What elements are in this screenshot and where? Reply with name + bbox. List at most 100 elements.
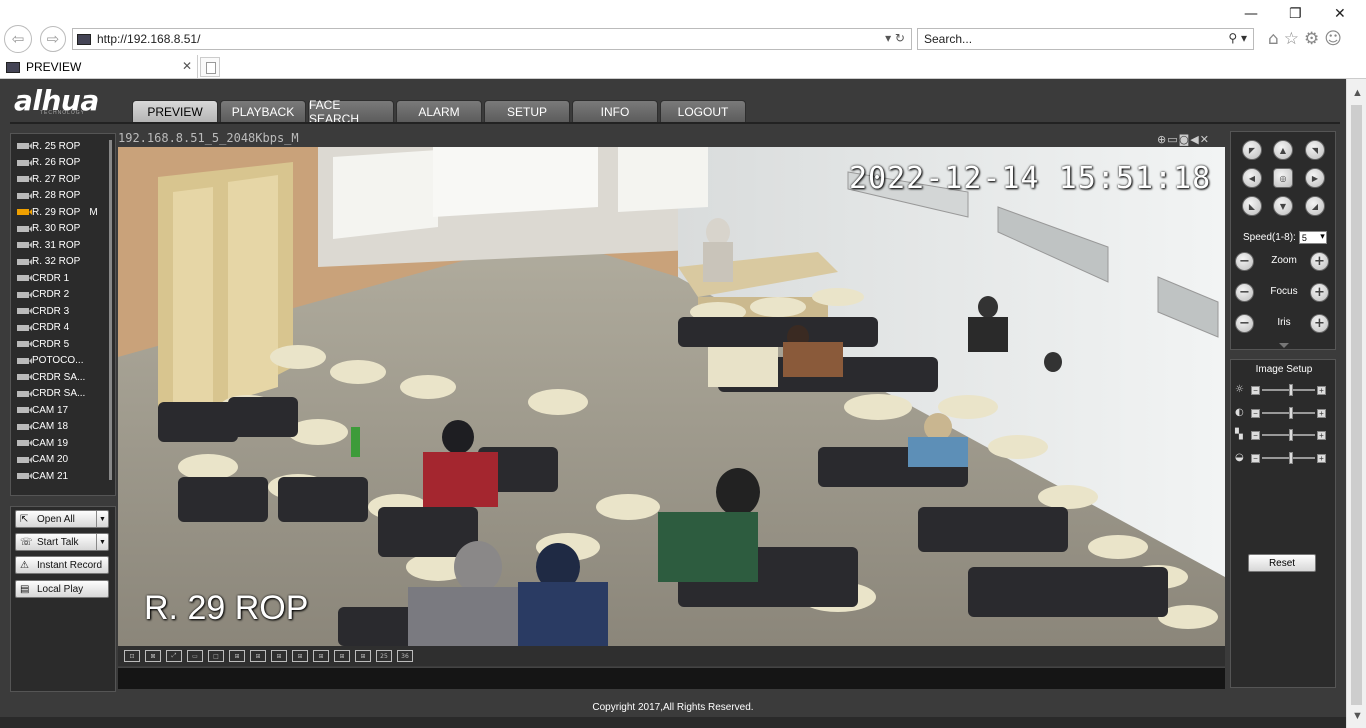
layout-button[interactable]: ⊞ (313, 650, 329, 662)
channel-item[interactable]: R. 32 ROP (17, 254, 80, 270)
refresh-icon[interactable]: ▾ ↻ (885, 31, 905, 45)
layout-button[interactable]: ⊞ (229, 650, 245, 662)
ptz-up-left-button[interactable]: ◤ (1242, 140, 1262, 160)
channel-item[interactable]: CAM 20 (17, 452, 68, 468)
contrast-increase-button[interactable]: + (1317, 408, 1326, 418)
saturation-decrease-button[interactable]: − (1251, 431, 1260, 440)
page-scrollbar[interactable]: ▲ ▼ (1346, 79, 1366, 728)
menu-face-search[interactable]: FACE SEARCH (308, 98, 394, 126)
layout-button[interactable]: ⊡ (124, 650, 140, 662)
channel-item[interactable]: CRDR SA... (17, 386, 85, 402)
layout-button[interactable]: □ (208, 650, 224, 662)
menu-info[interactable]: INFO (572, 100, 658, 122)
new-tab-button[interactable] (200, 57, 220, 77)
channel-item[interactable]: CRDR SA... (17, 369, 85, 385)
start-talk-button[interactable]: ☏ Start Talk ▼ (15, 533, 109, 551)
channel-item[interactable]: R. 29 ROP M (17, 204, 98, 220)
slider-handle[interactable] (1289, 429, 1294, 441)
hue-slider[interactable]: ◒ − + (1235, 451, 1331, 464)
search-input[interactable]: Search... ⚲ ▾ (917, 28, 1254, 50)
channel-item[interactable]: CRDR 3 (17, 303, 69, 319)
layout-button[interactable]: ⊞ (271, 650, 287, 662)
video-toolbar-icons[interactable]: ⊕▭◙◀✕ (1157, 133, 1210, 146)
ptz-center-button[interactable]: ◎ (1273, 168, 1293, 188)
layout-button[interactable]: 36 (397, 650, 413, 662)
toolbar-icons[interactable]: ⌂☆⚙☺ (1268, 29, 1347, 49)
channel-item[interactable]: CRDR 2 (17, 287, 69, 303)
layout-button[interactable]: 25 (376, 650, 392, 662)
channel-item[interactable]: R. 28 ROP (17, 188, 80, 204)
brightness-slider[interactable]: ☼ − + (1235, 384, 1331, 396)
ptz-left-button[interactable]: ◀ (1242, 168, 1262, 188)
channel-item[interactable]: CAM 18 (17, 419, 68, 435)
channel-item[interactable]: CAM 19 (17, 435, 68, 451)
brightness-decrease-button[interactable]: − (1251, 386, 1260, 395)
restore-icon[interactable]: ❐ (1289, 6, 1302, 22)
layout-button[interactable]: ⊠ (145, 650, 161, 662)
channel-item[interactable]: R. 31 ROP (17, 237, 80, 253)
scroll-up-icon[interactable]: ▲ (1352, 87, 1363, 99)
iris-minus-button[interactable]: − (1235, 314, 1254, 333)
menu-preview[interactable]: PREVIEW (132, 100, 218, 122)
layout-button[interactable]: ⤢ (166, 650, 182, 662)
local-play-button[interactable]: ▤ Local Play (15, 580, 109, 598)
focus-minus-button[interactable]: − (1235, 283, 1254, 302)
video-player[interactable]: 2022-12-14 15:51:18 R. 29 ROP (118, 147, 1225, 646)
channel-item[interactable]: CRDR 1 (17, 270, 69, 286)
channel-list-scrollbar[interactable] (109, 140, 112, 480)
channel-item[interactable]: R. 30 ROP (17, 221, 80, 237)
chevron-down-icon[interactable]: ▼ (96, 534, 108, 550)
layout-button[interactable]: ⊞ (250, 650, 266, 662)
slider-handle[interactable] (1289, 406, 1294, 419)
menu-setup[interactable]: SETUP (484, 100, 570, 122)
speed-select[interactable]: 5 (1298, 231, 1327, 244)
menu-playback[interactable]: PLAYBACK (220, 100, 306, 122)
channel-item[interactable]: CAM 17 (17, 402, 68, 418)
ptz-up-button[interactable]: ▲ (1273, 140, 1293, 160)
collapse-arrow-icon[interactable] (1279, 343, 1289, 348)
tab-preview[interactable]: PREVIEW ✕ (0, 55, 198, 79)
layout-button[interactable]: ⊞ (355, 650, 371, 662)
hue-increase-button[interactable]: + (1317, 453, 1326, 463)
focus-plus-button[interactable]: + (1310, 283, 1329, 302)
close-icon[interactable]: ✕ (1334, 6, 1346, 22)
layout-button[interactable]: ⊞ (292, 650, 308, 662)
channel-item[interactable]: R. 25 ROP (17, 138, 80, 154)
saturation-increase-button[interactable]: + (1317, 431, 1326, 440)
search-icon[interactable]: ⚲ ▾ (1228, 31, 1247, 45)
menu-logout[interactable]: LOGOUT (660, 100, 746, 122)
zoom-in-button[interactable]: + (1310, 252, 1329, 271)
saturation-slider[interactable]: ▚ − + (1235, 429, 1331, 441)
channel-item[interactable]: CAM 21 (17, 468, 68, 484)
layout-button[interactable]: ▭ (187, 650, 203, 662)
slider-handle[interactable] (1289, 451, 1294, 464)
menu-alarm[interactable]: ALARM (396, 100, 482, 122)
brightness-increase-button[interactable]: + (1317, 386, 1326, 395)
channel-item[interactable]: POTOCO... (17, 353, 84, 369)
minimize-icon[interactable]: — (1244, 6, 1258, 22)
channel-item[interactable]: CRDR 5 (17, 336, 69, 352)
ptz-down-left-button[interactable]: ◣ (1242, 196, 1262, 216)
contrast-decrease-button[interactable]: − (1251, 408, 1260, 418)
contrast-slider[interactable]: ◐ − + (1235, 406, 1331, 419)
ptz-down-right-button[interactable]: ◢ (1305, 196, 1325, 216)
channel-item[interactable]: CRDR 4 (17, 320, 69, 336)
ptz-right-button[interactable]: ▶ (1305, 168, 1325, 188)
open-all-button[interactable]: ⇱ Open All ▼ (15, 510, 109, 528)
hue-decrease-button[interactable]: − (1251, 453, 1260, 463)
scroll-thumb[interactable] (1351, 105, 1362, 705)
channel-item[interactable]: R. 26 ROP (17, 155, 80, 171)
address-bar[interactable]: http://192.168.8.51/ ▾ ↻ (72, 28, 912, 50)
channel-item[interactable]: R. 27 ROP (17, 171, 80, 187)
ptz-up-right-button[interactable]: ◥ (1305, 140, 1325, 160)
layout-button[interactable]: ⊞ (334, 650, 350, 662)
tab-close-icon[interactable]: ✕ (182, 59, 192, 73)
ptz-down-button[interactable]: ▼ (1273, 196, 1293, 216)
chevron-down-icon[interactable]: ▼ (96, 511, 108, 527)
iris-plus-button[interactable]: + (1310, 314, 1329, 333)
reset-button[interactable]: Reset (1248, 554, 1316, 572)
back-button[interactable]: ⇦ (4, 25, 32, 53)
slider-handle[interactable] (1289, 384, 1294, 396)
forward-button[interactable]: ⇨ (40, 26, 66, 52)
scroll-down-icon[interactable]: ▼ (1352, 710, 1363, 722)
